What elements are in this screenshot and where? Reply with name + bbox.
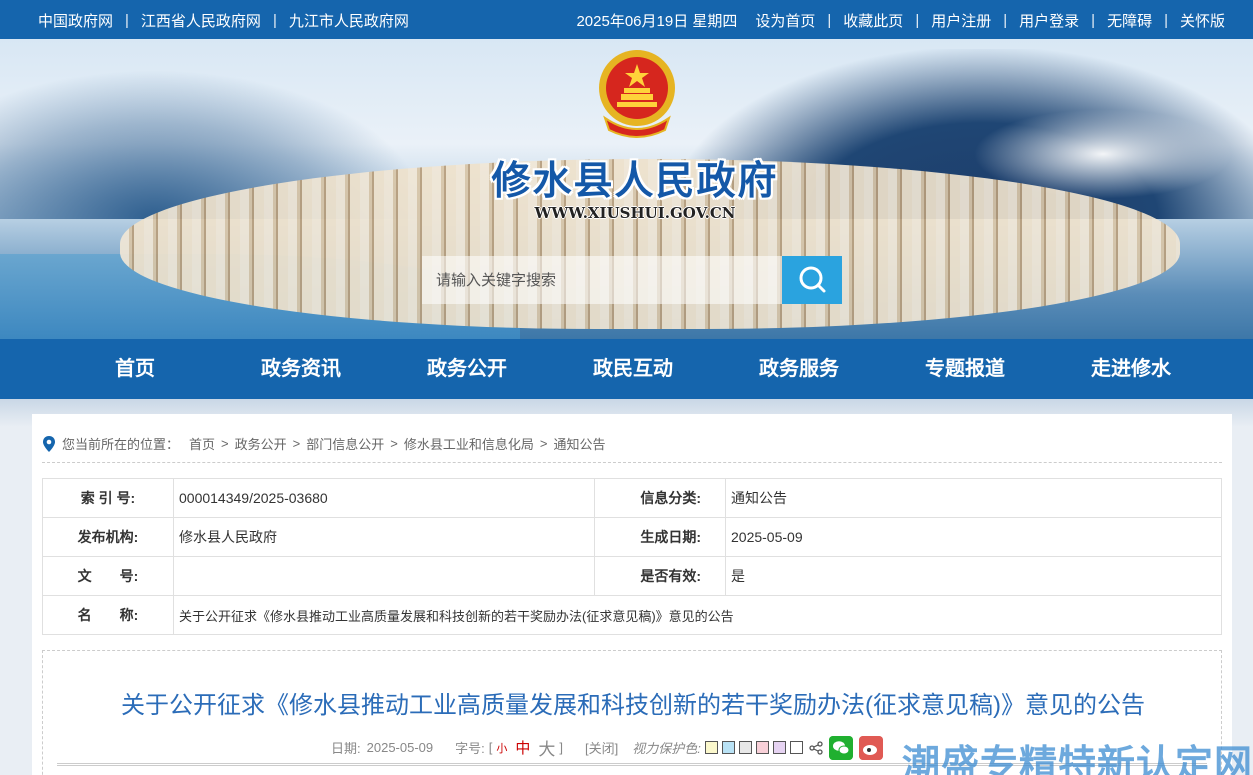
accessibility-link[interactable]: 无障碍 [1107,10,1152,31]
nav-special-reports[interactable]: 专题报道 [882,339,1048,399]
name-value: 关于公开征求《修水县推动工业高质量发展和科技创新的若干奖励办法(征求意见稿)》意… [173,595,1222,635]
separator: | [272,12,277,29]
breadcrumb-notices[interactable]: 通知公告 [553,434,605,453]
table-row: 发布机构: 修水县人民政府 生成日期: 2025-05-09 [42,517,1222,557]
font-medium-button[interactable]: 中 [515,737,530,758]
separator: | [125,12,129,29]
bookmark-link[interactable]: 收藏此页 [843,10,903,31]
table-row: 名 称: 关于公开征求《修水县推动工业高质量发展和科技创新的若干奖励办法(征求意… [42,595,1222,635]
breadcrumb-divider [42,462,1222,463]
breadcrumb-open-gov[interactable]: 政务公开 [235,434,287,453]
site-url: WWW.XIUSHUI.GOV.CN [534,204,736,222]
separator: | [1091,12,1096,29]
article-title: 关于公开征求《修水县推动工业高质量发展和科技创新的若干奖励办法(征求意见稿)》意… [121,692,1145,719]
info-table: 索 引 号: 000014349/2025-03680 信息分类: 通知公告 发… [42,478,1222,635]
nav-about-xiushui[interactable]: 走进修水 [1048,339,1214,399]
nav-services[interactable]: 政务服务 [716,339,882,399]
separator: | [827,12,832,29]
search-box [422,256,842,304]
content-card: 您当前所在的位置： 首页 > 政务公开 > 部门信息公开 > 修水县工业和信息化… [32,414,1232,775]
separator: | [1003,12,1008,29]
swatch-blue[interactable] [721,741,735,754]
font-large-button[interactable]: 大 [538,735,555,760]
valid-label: 是否有效: [594,556,726,596]
bracket-close: ] [559,740,564,755]
date-value: 2025-05-09 [366,740,434,755]
swatch-purple[interactable] [772,741,786,754]
nav-interaction[interactable]: 政民互动 [550,339,716,399]
breadcrumb-separator: > [539,436,548,451]
swatch-white[interactable] [789,741,803,754]
table-row: 文 号: 是否有效: 是 [42,556,1222,596]
valid-value: 是 [725,556,1222,596]
fontsize-label: 字号: [455,741,485,756]
share-icon[interactable] [809,740,823,755]
breadcrumb-bureau[interactable]: 修水县工业和信息化局 [404,434,534,453]
breadcrumb-dept-info[interactable]: 部门信息公开 [306,434,384,453]
publisher-label: 发布机构: [42,517,174,557]
national-emblem-icon [599,50,675,138]
nav-home[interactable]: 首页 [52,339,218,399]
docno-value [173,556,595,596]
category-label: 信息分类: [594,478,726,518]
current-date: 2025年06月19日 星期四 [576,13,738,30]
care-mode-link[interactable]: 关怀版 [1180,10,1225,31]
date-label: 日期: [331,741,361,756]
created-label: 生成日期: [594,517,726,557]
breadcrumb-separator: > [221,436,229,451]
nav-open-gov[interactable]: 政务公开 [384,339,550,399]
main-nav: 首页 政务资讯 政务公开 政民互动 政务服务 专题报道 走进修水 [0,339,1253,399]
swatch-yellow[interactable] [704,741,718,754]
nav-news[interactable]: 政务资讯 [218,339,384,399]
index-label: 索 引 号: [42,478,174,518]
top-links-left: 中国政府网 | 江西省人民政府网 | 九江市人民政府网 [38,10,409,31]
breadcrumb-separator: > [390,436,398,451]
site-title: 修水县人民政府 [491,158,779,204]
swatch-pink[interactable] [755,741,769,754]
close-button[interactable]: [关闭] [585,738,618,757]
login-link[interactable]: 用户登录 [1019,10,1079,31]
separator: | [915,12,920,29]
set-homepage-link[interactable]: 设为首页 [755,10,815,31]
separator: | [1164,12,1168,29]
link-jiujiang-gov[interactable]: 九江市人民政府网 [289,10,409,31]
table-row: 索 引 号: 000014349/2025-03680 信息分类: 通知公告 [42,478,1222,518]
eye-protection-label: 视力保护色: [632,741,701,756]
bracket-open: [ [488,740,493,755]
top-links-right: 2025年06月19日 星期四 设为首页 | 收藏此页 | 用户注册 | 用户登… [576,10,1225,31]
search-icon [799,266,826,293]
index-value: 000014349/2025-03680 [173,478,595,518]
search-input[interactable] [422,256,782,304]
search-button[interactable] [782,256,842,304]
breadcrumb-separator: > [292,436,301,451]
breadcrumb-home[interactable]: 首页 [189,434,215,453]
breadcrumb-prefix: 您当前所在的位置： [62,437,180,452]
link-jiangxi-gov[interactable]: 江西省人民政府网 [141,10,261,31]
location-pin-icon [43,435,55,452]
name-label: 名 称: [42,595,174,635]
publisher-value: 修水县人民政府 [173,517,595,557]
top-bar: 中国政府网 | 江西省人民政府网 | 九江市人民政府网 2025年06月19日 … [0,0,1253,39]
docno-label: 文 号: [42,556,174,596]
article-info-bar: 日期: 2025-05-09 字号: [ 小 中 大 ] [关闭] 视力保护色: [331,735,883,760]
weibo-icon[interactable] [858,735,883,760]
swatch-gray[interactable] [738,741,752,754]
watermark-text: 潮盛专精特新认定网 [902,742,1253,775]
category-value: 通知公告 [725,478,1222,518]
register-link[interactable]: 用户注册 [931,10,991,31]
breadcrumb: 您当前所在的位置： 首页 > 政务公开 > 部门信息公开 > 修水县工业和信息化… [42,434,605,453]
link-gov-cn[interactable]: 中国政府网 [38,10,113,31]
created-value: 2025-05-09 [725,517,1222,557]
wechat-icon[interactable] [828,735,853,760]
font-small-button[interactable]: 小 [496,740,507,756]
